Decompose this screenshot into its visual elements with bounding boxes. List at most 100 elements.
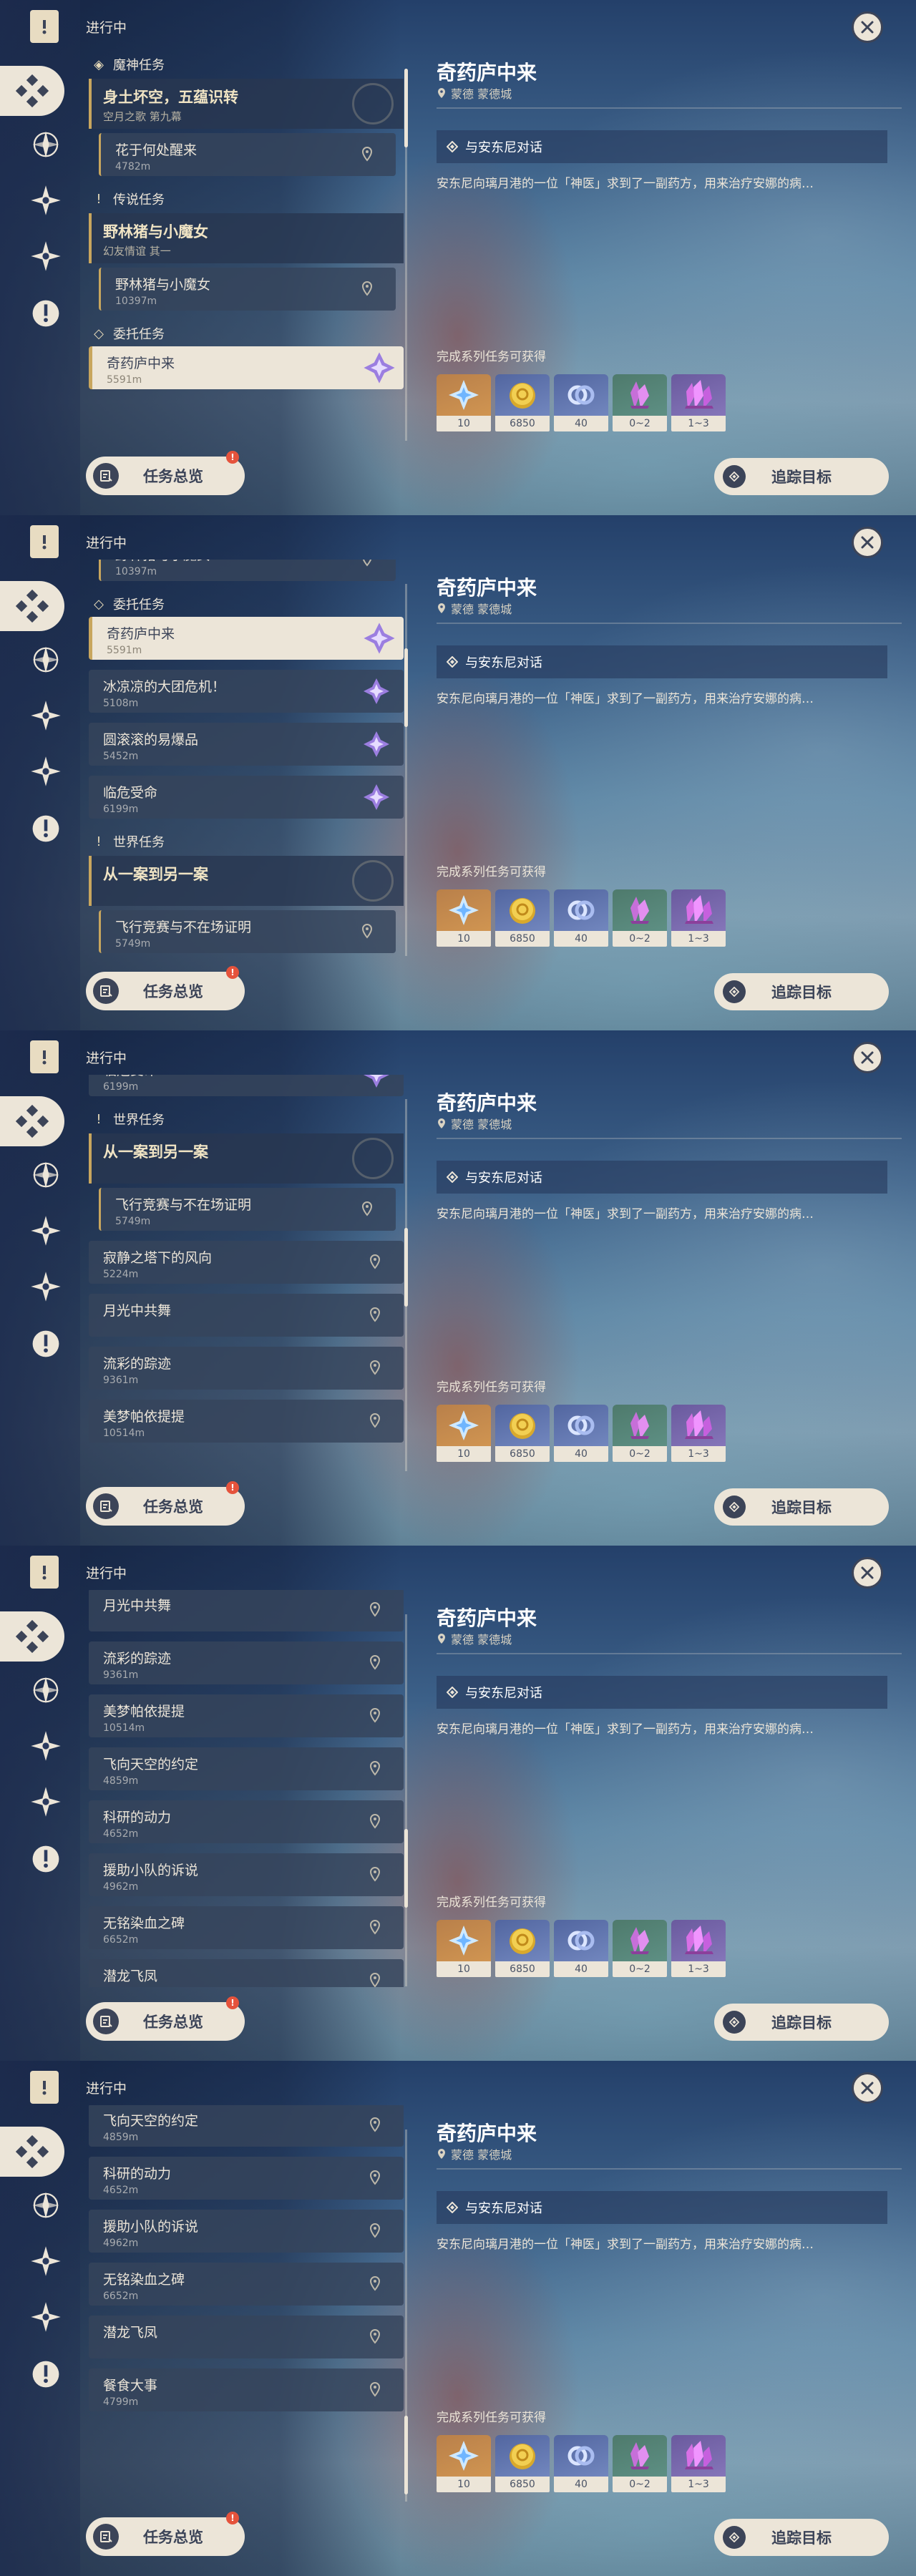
- quest-item[interactable]: 圆滚滚的易爆品 5452m: [89, 723, 404, 766]
- quest-list[interactable]: ◈ 魔神任务 身土坏空，五蕴识转 空月之歌 第九幕 花于何处醒来 4782m ! 传说任…: [84, 44, 406, 441]
- map-pin-icon[interactable]: [365, 1812, 385, 1832]
- map-pin-icon[interactable]: [357, 560, 377, 570]
- quest-item[interactable]: 餐食大事 4799m: [89, 2368, 404, 2411]
- tab-world[interactable]: [24, 807, 67, 850]
- tab-world[interactable]: [24, 1838, 67, 1880]
- scroll-thumb[interactable]: [404, 648, 408, 727]
- tab-story[interactable]: [24, 179, 67, 222]
- map-pin-icon[interactable]: [365, 1706, 385, 1726]
- quest-item[interactable]: 冰凉凉的大团危机！ 5108m: [89, 670, 404, 713]
- quest-step[interactable]: 野林猪与小魔女 10397m: [99, 560, 396, 581]
- reward-slot[interactable]: 10: [437, 889, 491, 947]
- quest-item[interactable]: 飞向天空的约定 4859m: [89, 2105, 404, 2147]
- quest-list[interactable]: 月光中共舞 流彩的踪迹 9361m 美梦帕依提提 10514m 飞向天空的约定 485…: [84, 1590, 406, 1987]
- reward-slot[interactable]: 6850: [495, 1405, 550, 1462]
- track-target-button[interactable]: 追踪目标: [714, 458, 889, 495]
- track-target-button[interactable]: 追踪目标: [714, 1488, 889, 1526]
- scrollbar[interactable]: [404, 69, 408, 441]
- reward-slot[interactable]: 1~3: [671, 2435, 726, 2492]
- quest-item[interactable]: 流彩的踪迹 9361m: [89, 1641, 404, 1684]
- map-pin-icon[interactable]: [365, 1305, 385, 1325]
- track-target-button[interactable]: 追踪目标: [714, 2004, 889, 2041]
- reward-slot[interactable]: 1~3: [671, 374, 726, 431]
- quest-item-selected[interactable]: 奇药庐中来 5591m: [89, 617, 404, 660]
- reward-slot[interactable]: 0~2: [613, 1405, 667, 1462]
- scroll-thumb[interactable]: [404, 1829, 408, 1908]
- quest-list[interactable]: 野林猪与小魔女 10397m ◇ 委托任务 奇药庐中来 5591m 冰凉凉的大团危机！…: [84, 560, 406, 957]
- quest-book-icon[interactable]: [30, 10, 59, 43]
- quest-item[interactable]: 援助小队的诉说 4962m: [89, 1853, 404, 1896]
- quest-overview-button[interactable]: 任务总览!: [86, 966, 245, 1010]
- tab-world[interactable]: [24, 2353, 67, 2396]
- quest-item[interactable]: 美梦帕依提提 10514m: [89, 1400, 404, 1443]
- map-pin-icon[interactable]: [365, 1971, 385, 1987]
- quest-overview-button[interactable]: 任务总览!: [86, 1481, 245, 1526]
- map-pin-icon[interactable]: [365, 2380, 385, 2400]
- quest-overview-button[interactable]: 任务总览!: [86, 1996, 245, 2041]
- tab-commission[interactable]: [24, 2296, 67, 2338]
- tab-all-quests[interactable]: [0, 1096, 64, 1146]
- reward-slot[interactable]: 0~2: [613, 2435, 667, 2492]
- quest-item[interactable]: 临危受命 6199m: [89, 1075, 404, 1096]
- tab-archon[interactable]: [24, 1153, 67, 1196]
- quest-step[interactable]: 飞行竞赛与不在场证明 5749m: [99, 1188, 396, 1231]
- quest-item-selected[interactable]: 奇药庐中来 5591m: [89, 346, 404, 389]
- reward-slot[interactable]: 1~3: [671, 1920, 726, 1977]
- tab-archon[interactable]: [24, 123, 67, 166]
- map-pin-icon[interactable]: [365, 2274, 385, 2294]
- scrollbar[interactable]: [404, 1099, 408, 1471]
- quest-item[interactable]: 美梦帕依提提 10514m: [89, 1694, 404, 1737]
- scroll-thumb[interactable]: [404, 69, 408, 147]
- quest-item[interactable]: 流彩的踪迹 9361m: [89, 1347, 404, 1390]
- quest-item[interactable]: 飞向天空的约定 4859m: [89, 1747, 404, 1790]
- reward-slot[interactable]: 10: [437, 374, 491, 431]
- tab-story[interactable]: [24, 694, 67, 737]
- map-pin-icon[interactable]: [365, 1759, 385, 1779]
- reward-slot[interactable]: 10: [437, 1920, 491, 1977]
- tab-story[interactable]: [24, 2240, 67, 2283]
- quest-item[interactable]: 潜龙飞凤: [89, 1959, 404, 1987]
- tab-commission[interactable]: [24, 1265, 67, 1308]
- reward-slot[interactable]: 0~2: [613, 374, 667, 431]
- tab-world[interactable]: [24, 292, 67, 335]
- reward-slot[interactable]: 40: [554, 1405, 608, 1462]
- map-pin-icon[interactable]: [365, 1358, 385, 1378]
- tab-all-quests[interactable]: [0, 66, 64, 116]
- quest-list[interactable]: 临危受命6199m !世界任务 从一案到另一案 飞行竞赛与不在场证明5749m …: [84, 1075, 406, 1472]
- scroll-thumb[interactable]: [404, 2416, 408, 2494]
- quest-book-icon[interactable]: [30, 2071, 59, 2104]
- tab-commission[interactable]: [24, 235, 67, 278]
- quest-step[interactable]: 花于何处醒来 4782m: [99, 133, 396, 176]
- quest-step[interactable]: 飞行竞赛与不在场证明 5749m: [99, 910, 396, 953]
- reward-slot[interactable]: 6850: [495, 1920, 550, 1977]
- quest-overview-button[interactable]: 任务总览!: [86, 451, 245, 495]
- quest-item[interactable]: 无铭染血之碑 6652m: [89, 1906, 404, 1949]
- map-pin-icon[interactable]: [357, 279, 377, 299]
- map-pin-icon[interactable]: [365, 1411, 385, 1431]
- map-pin-icon[interactable]: [365, 2115, 385, 2135]
- reward-slot[interactable]: 40: [554, 2435, 608, 2492]
- reward-slot[interactable]: 1~3: [671, 889, 726, 947]
- quest-item[interactable]: 寂静之塔下的风向 5224m: [89, 1241, 404, 1284]
- map-pin-icon[interactable]: [365, 1653, 385, 1673]
- reward-slot[interactable]: 40: [554, 1920, 608, 1977]
- tab-all-quests[interactable]: [0, 2127, 64, 2177]
- quest-item[interactable]: 月光中共舞: [89, 1590, 404, 1631]
- close-button[interactable]: [852, 1042, 883, 1073]
- quest-list[interactable]: 飞向天空的约定 4859m 科研的动力 4652m 援助小队的诉说 4962m 无铭染…: [84, 2105, 406, 2502]
- quest-item[interactable]: 科研的动力 4652m: [89, 2157, 404, 2200]
- tab-world[interactable]: [24, 1322, 67, 1365]
- quest-book-icon[interactable]: [30, 525, 59, 558]
- tab-archon[interactable]: [24, 638, 67, 681]
- map-pin-icon[interactable]: [365, 2221, 385, 2241]
- tab-story[interactable]: [24, 1724, 67, 1767]
- map-pin-icon[interactable]: [357, 145, 377, 165]
- close-button[interactable]: [852, 11, 883, 43]
- quest-item[interactable]: 月光中共舞: [89, 1294, 404, 1337]
- quest-group-world[interactable]: 从一案到另一案: [89, 856, 404, 906]
- tab-commission[interactable]: [24, 750, 67, 793]
- quest-item[interactable]: 科研的动力 4652m: [89, 1800, 404, 1843]
- map-pin-icon[interactable]: [365, 1252, 385, 1272]
- tab-story[interactable]: [24, 1209, 67, 1252]
- tab-archon[interactable]: [24, 2184, 67, 2227]
